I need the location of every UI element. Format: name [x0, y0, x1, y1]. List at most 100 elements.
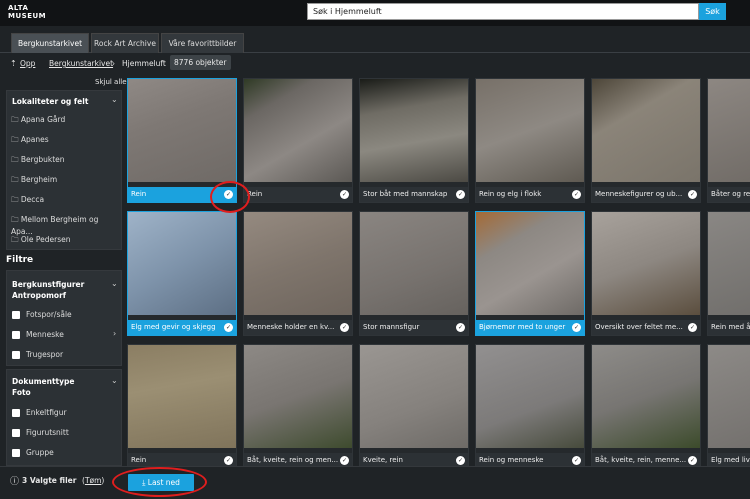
figures-filter-panel: Bergkunstfigurer Antropomorf ⌄ Fotspor/s…: [6, 270, 122, 366]
image-card[interactable]: Menneske holder en kv... ✓: [243, 211, 353, 336]
tab-bergkunstarkivet[interactable]: Bergkunstarkivet: [11, 33, 89, 53]
filter-option-label[interactable]: Figurutsnitt: [26, 428, 69, 437]
image-caption: Oversikt over feltet me...: [592, 320, 700, 335]
image-card[interactable]: Rein med åpen✓: [707, 211, 750, 336]
clear-selection-link[interactable]: Tøm: [85, 476, 101, 485]
image-card[interactable]: Båt, kveite, rein, menne... ✓: [591, 344, 701, 466]
rock-art-thumbnail[interactable]: [244, 212, 352, 315]
breadcrumb-up-link[interactable]: Opp: [20, 55, 35, 73]
search-button[interactable]: Søk: [699, 3, 726, 20]
rock-art-thumbnail[interactable]: [708, 345, 750, 448]
location-item[interactable]: 🗀 Decca: [11, 194, 44, 207]
image-caption: Rein med åpen: [708, 320, 750, 335]
tab-favoritter[interactable]: Våre favorittbilder: [161, 33, 244, 53]
locations-title[interactable]: Lokaliteter og felt: [12, 96, 88, 107]
select-check-icon[interactable]: ✓: [688, 456, 697, 465]
folder-icon: 🗀: [11, 195, 21, 204]
location-item[interactable]: 🗀 Bergheim: [11, 174, 57, 187]
image-card[interactable]: Båter og rein✓: [707, 78, 750, 203]
rock-art-thumbnail[interactable]: [592, 212, 700, 315]
chevron-right-icon: ›: [112, 59, 115, 68]
rock-art-thumbnail[interactable]: [244, 79, 352, 182]
checkbox[interactable]: [12, 311, 20, 319]
filter-option-label[interactable]: Menneske: [26, 330, 64, 339]
checkbox[interactable]: [12, 449, 20, 457]
selected-files-text: 3 Valgte filer: [22, 476, 77, 485]
select-check-icon[interactable]: ✓: [572, 323, 581, 332]
image-card[interactable]: Rein ✓: [243, 78, 353, 203]
rock-art-thumbnail[interactable]: [128, 79, 236, 182]
select-check-icon[interactable]: ✓: [340, 190, 349, 199]
image-caption: Båt, kveite, rein og men...: [244, 453, 352, 466]
rock-art-thumbnail[interactable]: [244, 345, 352, 448]
up-arrow-icon[interactable]: ⇡: [10, 55, 17, 73]
select-check-icon[interactable]: ✓: [456, 456, 465, 465]
locations-panel: Lokaliteter og felt ⌄ 🗀 Apana Gård 🗀 Apa…: [6, 90, 122, 250]
select-check-icon[interactable]: ✓: [456, 323, 465, 332]
rock-art-thumbnail[interactable]: [128, 212, 236, 315]
chevron-down-icon[interactable]: ⌄: [111, 279, 118, 288]
select-check-icon[interactable]: ✓: [688, 323, 697, 332]
breadcrumb-parent-link[interactable]: Bergkunstarkivet: [49, 55, 113, 73]
tab-rock-art-archive[interactable]: Rock Art Archive: [91, 33, 159, 53]
hide-all-link[interactable]: Skjul alle: [95, 78, 127, 86]
chevron-down-icon[interactable]: ⌄: [111, 376, 118, 385]
checkbox[interactable]: [12, 429, 20, 437]
location-label: Mellom Bergheim og Apa...: [11, 215, 99, 236]
select-check-icon[interactable]: ✓: [340, 456, 349, 465]
chevron-right-icon[interactable]: ›: [113, 329, 116, 338]
select-check-icon[interactable]: ✓: [456, 190, 465, 199]
location-item[interactable]: 🗀 Ole Pedersen: [11, 234, 70, 247]
alta-museum-logo[interactable]: ALTA MUSEUM: [8, 4, 46, 20]
rock-art-thumbnail[interactable]: [708, 79, 750, 182]
image-card[interactable]: Kveite, rein ✓: [359, 344, 469, 466]
image-card[interactable]: Rein og menneske ✓: [475, 344, 585, 466]
rock-art-thumbnail[interactable]: [360, 79, 468, 182]
image-card[interactable]: Menneskefigurer og ub... ✓: [591, 78, 701, 203]
location-item[interactable]: 🗀 Apanes: [11, 134, 49, 147]
rock-art-thumbnail[interactable]: [476, 79, 584, 182]
select-check-icon[interactable]: ✓: [688, 190, 697, 199]
select-check-icon[interactable]: ✓: [340, 323, 349, 332]
image-card[interactable]: Stor båt med mannskap ✓: [359, 78, 469, 203]
location-item[interactable]: 🗀 Bergbukten: [11, 154, 65, 167]
image-card[interactable]: Stor mannsfigur ✓: [359, 211, 469, 336]
rock-art-thumbnail[interactable]: [708, 212, 750, 315]
image-caption: Menneske holder en kv...: [244, 320, 352, 335]
checkbox[interactable]: [12, 351, 20, 359]
image-card[interactable]: Rein og elg i flokk ✓: [475, 78, 585, 203]
image-card[interactable]: Rein ✓: [127, 344, 237, 466]
select-check-icon[interactable]: ✓: [224, 323, 233, 332]
location-label: Bergheim: [20, 175, 58, 184]
rock-art-thumbnail[interactable]: [476, 345, 584, 448]
filters-title: Filtre: [6, 255, 34, 265]
filter-option-label[interactable]: Enkeltfigur: [26, 408, 67, 417]
rock-art-thumbnail[interactable]: [476, 212, 584, 315]
info-icon: ⓘ: [10, 477, 20, 487]
rock-art-thumbnail[interactable]: [592, 345, 700, 448]
location-item[interactable]: 🗀 Mellom Bergheim og Apa...: [11, 214, 121, 236]
image-caption: Rein og elg i flokk: [476, 187, 584, 202]
doctype-filter-title[interactable]: Dokumenttype: [12, 376, 74, 387]
image-card[interactable]: Elg med gevir og skjegg ✓: [127, 211, 237, 336]
image-card[interactable]: Båt, kveite, rein og men... ✓: [243, 344, 353, 466]
search-input[interactable]: Søk i Hjemmeluft: [307, 3, 699, 20]
chevron-down-icon[interactable]: ⌄: [111, 95, 118, 104]
image-card[interactable]: Oversikt over feltet me... ✓: [591, 211, 701, 336]
checkbox[interactable]: [12, 331, 20, 339]
select-check-icon[interactable]: ✓: [572, 456, 581, 465]
checkbox[interactable]: [12, 409, 20, 417]
image-card[interactable]: Elg med livsl✓: [707, 344, 750, 466]
filter-option-label[interactable]: Fotspor/såle: [26, 310, 72, 319]
location-item[interactable]: 🗀 Apana Gård: [11, 114, 65, 127]
filter-option-label[interactable]: Trugespor: [26, 350, 63, 359]
figures-filter-title[interactable]: Bergkunstfigurer: [12, 279, 84, 290]
select-check-icon[interactable]: ✓: [572, 190, 581, 199]
rock-art-thumbnail[interactable]: [360, 345, 468, 448]
rock-art-thumbnail[interactable]: [360, 212, 468, 315]
rock-art-thumbnail[interactable]: [592, 79, 700, 182]
select-check-icon[interactable]: ✓: [224, 456, 233, 465]
rock-art-thumbnail[interactable]: [128, 345, 236, 448]
filter-option-label[interactable]: Gruppe: [26, 448, 54, 457]
image-card[interactable]: Bjørnemor med to unger ✓: [475, 211, 585, 336]
